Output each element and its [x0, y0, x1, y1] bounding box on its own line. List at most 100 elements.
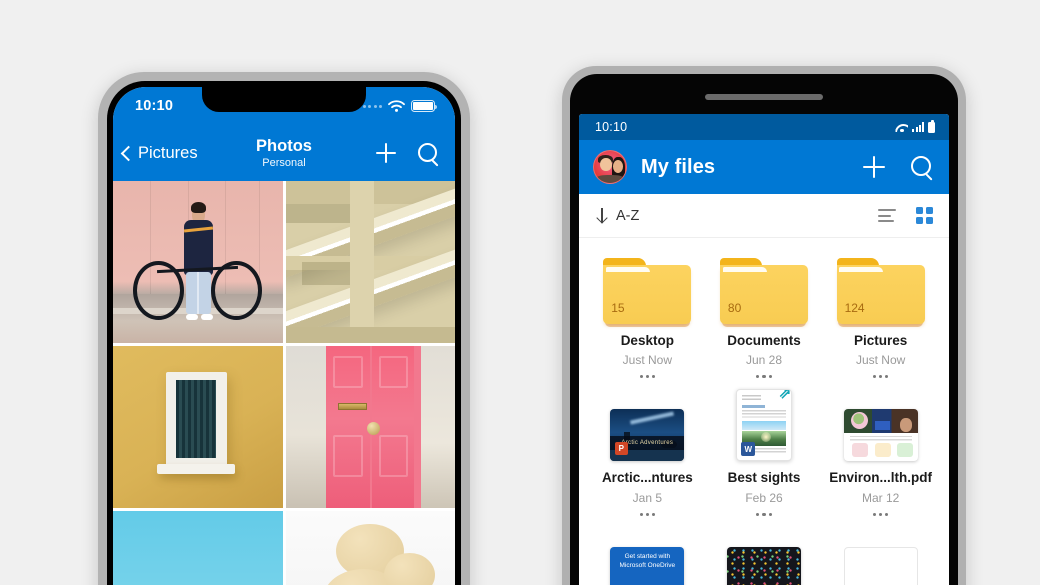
folder-item-count: 80 [727, 301, 742, 316]
item-date: Jun 28 [745, 353, 782, 368]
sort-button[interactable]: A-Z [597, 208, 639, 224]
grid-view-icon[interactable] [916, 207, 933, 224]
ios-nav-bar: Pictures Photos Personal [113, 125, 455, 181]
wifi-icon [895, 122, 908, 132]
item-date: Feb 26 [745, 490, 783, 505]
android-device: 10:10 My files A-Z 15 Desktop Just Now 8… [562, 66, 966, 585]
scene: 10:10 Pictures Photos Personal 10:10 My … [0, 0, 1040, 585]
word-badge-icon: W [741, 442, 756, 457]
signal-bars-icon [912, 122, 924, 132]
more-options-icon[interactable] [750, 510, 778, 519]
earpiece-speaker [705, 94, 823, 100]
ios-status-time: 10:10 [135, 98, 174, 114]
folder-tile-pictures[interactable]: 124 Pictures Just Now [822, 250, 939, 387]
battery-icon [411, 100, 438, 112]
pdf-thumbnail [843, 409, 918, 462]
search-icon[interactable] [418, 142, 439, 164]
more-options-icon[interactable] [634, 372, 662, 381]
item-name: Best sights [727, 470, 801, 486]
file-tile-confetti[interactable] [706, 525, 823, 585]
item-date: Just Now [622, 353, 672, 368]
photo-grid [113, 181, 455, 585]
file-row: Get started with Microsoft OneDrive [589, 525, 939, 585]
file-tile-environmental-health-pdf[interactable]: Environ...lth.pdf Mar 12 [822, 387, 939, 524]
photo-blue-sky-red-roof[interactable] [113, 511, 283, 585]
files-grid: 15 Desktop Just Now 80 Documents Jun 28 … [579, 238, 949, 585]
thumbnail: Arctic Adventures P [610, 387, 685, 462]
folder-icon: 124 [836, 258, 925, 327]
item-name: Documents [727, 333, 801, 348]
page-title: My files [641, 155, 716, 178]
thumbnail: Get started with Microsoft OneDrive [610, 525, 685, 585]
sync-badge-icon: ⇗ [778, 389, 792, 403]
file-row: Arctic Adventures P Arctic...ntures Jan … [589, 387, 939, 524]
folder-tile-desktop[interactable]: 15 Desktop Just Now [589, 250, 706, 387]
folder-tile-documents[interactable]: 80 Documents Jun 28 [706, 250, 823, 387]
item-date: Jan 5 [632, 490, 662, 505]
folder-icon: 15 [603, 258, 692, 327]
add-icon[interactable] [863, 156, 885, 178]
item-name: Environ...lth.pdf [829, 470, 933, 486]
file-tile-best-sights[interactable]: W ⇗ Best sights Feb 26 [706, 387, 823, 524]
photo-beige-staircase-architecture[interactable] [285, 181, 455, 343]
app-bar-actions [863, 156, 933, 178]
list-view-icon[interactable] [878, 209, 896, 222]
more-options-icon[interactable] [634, 510, 662, 519]
android-screen: 10:10 My files A-Z 15 Desktop Just Now 8… [579, 114, 949, 585]
photo-thumbnail [726, 546, 801, 585]
battery-icon [928, 119, 935, 133]
thumbnail [726, 525, 801, 585]
signal-dots-icon [362, 104, 382, 108]
add-icon[interactable] [376, 143, 396, 163]
onedrive-thumbnail: Get started with Microsoft OneDrive [610, 546, 685, 585]
file-tile-blank[interactable] [822, 525, 939, 585]
ios-nav-actions [376, 142, 439, 164]
photo-yellow-wall-window[interactable] [113, 346, 283, 508]
item-name: Arctic...ntures [601, 470, 693, 486]
photo-ice-cream-scoops[interactable] [285, 511, 455, 585]
item-name: Pictures [854, 333, 908, 348]
folder-icon: 80 [719, 258, 808, 327]
android-status-icons [895, 119, 935, 133]
blank-thumbnail [843, 546, 918, 585]
file-tile-arctic-adventures[interactable]: Arctic Adventures P Arctic...ntures Jan … [589, 387, 706, 524]
android-status-time: 10:10 [595, 120, 628, 134]
item-date: Mar 12 [861, 490, 900, 505]
item-date: Just Now [855, 353, 906, 368]
powerpoint-thumbnail: Arctic Adventures P [610, 409, 685, 462]
powerpoint-badge-icon: P [614, 442, 628, 456]
thumbnail: 15 [603, 250, 692, 327]
file-tile-get-started-onedrive[interactable]: Get started with Microsoft OneDrive [589, 525, 706, 585]
back-button[interactable]: Pictures [120, 143, 198, 163]
word-document-thumbnail: W ⇗ [735, 389, 792, 462]
search-icon[interactable] [911, 156, 933, 178]
more-options-icon[interactable] [867, 510, 895, 519]
android-status-bar: 10:10 [579, 114, 949, 140]
view-toggles [878, 207, 933, 224]
iphone-bezel: 10:10 Pictures Photos Personal [107, 81, 461, 585]
thumbnail [843, 525, 918, 585]
sort-label: A-Z [616, 207, 640, 224]
wifi-icon [388, 100, 405, 112]
photo-pink-door[interactable] [285, 346, 455, 508]
photo-man-with-bicycle-pink-wall[interactable] [113, 181, 283, 343]
folder-item-count: 124 [844, 301, 865, 316]
android-app-bar: My files [579, 140, 949, 194]
thumbnail: 80 [719, 250, 808, 327]
item-name: Desktop [620, 333, 674, 348]
back-button-label: Pictures [138, 143, 198, 162]
arrow-down-icon [597, 208, 607, 223]
iphone-screen: 10:10 Pictures Photos Personal [113, 87, 455, 585]
avatar[interactable] [593, 150, 627, 184]
file-row: 15 Desktop Just Now 80 Documents Jun 28 … [589, 250, 939, 387]
thumbnail [843, 387, 918, 462]
thumbnail: 124 [836, 250, 925, 327]
chevron-left-icon [120, 145, 137, 161]
android-bezel: 10:10 My files A-Z 15 Desktop Just Now 8… [570, 74, 958, 585]
folder-item-count: 15 [611, 301, 625, 316]
ios-status-icons [362, 100, 438, 112]
thumbnail: W ⇗ [735, 387, 792, 462]
more-options-icon[interactable] [750, 372, 778, 381]
more-options-icon[interactable] [867, 372, 895, 381]
iphone-device: 10:10 Pictures Photos Personal [98, 72, 470, 585]
